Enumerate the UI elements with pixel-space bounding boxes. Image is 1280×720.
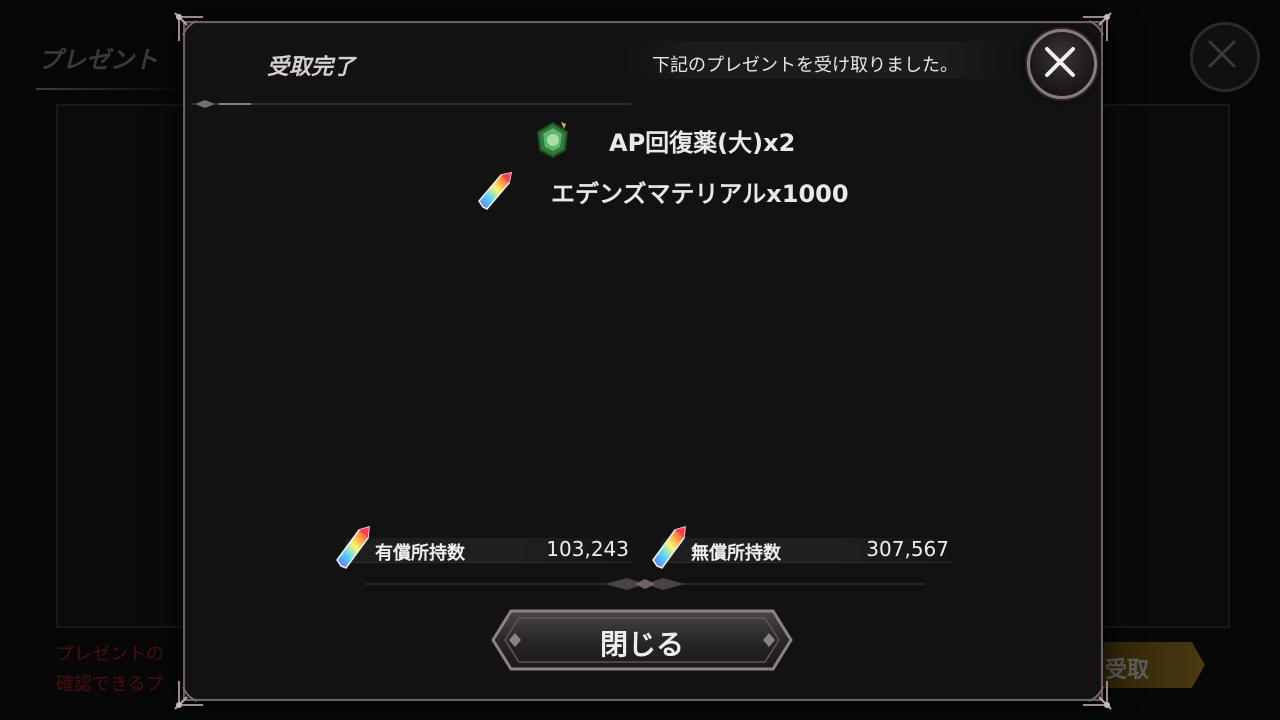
rainbow-crystal-icon xyxy=(652,525,686,569)
background-close-button xyxy=(1190,22,1260,92)
rainbow-crystal-icon xyxy=(478,172,512,210)
close-button[interactable] xyxy=(1027,29,1097,99)
paid-balance-label: 有償所持数 xyxy=(375,543,465,564)
background-title-underline xyxy=(36,88,186,90)
close-x-icon xyxy=(1045,47,1075,77)
received-item-edens-material: エデンズマテリアルx1000 xyxy=(475,171,849,211)
green-potion-icon xyxy=(536,121,569,159)
ornament-corner-icon xyxy=(1083,681,1112,710)
item-label: AP回復薬(大)x2 xyxy=(609,128,796,157)
free-balance-value: 307,567 xyxy=(866,537,949,561)
paid-balance-value: 103,243 xyxy=(546,537,629,561)
receive-complete-dialog: 受取完了 下記のプレゼントを受け取りました。 AP回復薬(大)x2 エデンズマテ… xyxy=(174,12,1112,710)
free-balance: 無償所持数 307,567 xyxy=(651,525,951,569)
dialog-title: 受取完了 xyxy=(267,55,356,80)
ornament-corner-icon xyxy=(174,681,203,710)
dialog-message: 下記のプレゼントを受け取りました。 xyxy=(652,55,958,76)
confirm-button-label: 閉じる xyxy=(599,628,684,661)
item-label: エデンズマテリアルx1000 xyxy=(551,179,849,208)
game-screen: プレゼント プレゼントの 確認できるプ 受取 受取完了 下記のプレゼントを受け取… xyxy=(0,0,1280,720)
background-notice-line2: 確認できるプ xyxy=(56,674,164,695)
rainbow-crystal-icon xyxy=(336,525,370,569)
free-balance-label: 無償所持数 xyxy=(691,543,781,564)
background-notice-line1: プレゼントの xyxy=(56,644,164,665)
received-item-ap-potion: AP回復薬(大)x2 xyxy=(533,120,795,160)
header-divider xyxy=(191,100,631,108)
dialog-header: 受取完了 下記のプレゼントを受け取りました。 xyxy=(185,23,1101,108)
ornament-divider xyxy=(365,578,925,590)
close-confirm-button[interactable]: 閉じる xyxy=(491,609,793,671)
background-title: プレゼント xyxy=(38,46,158,74)
close-x-icon xyxy=(1208,40,1236,68)
paid-balance: 有償所持数 103,243 xyxy=(335,525,631,569)
